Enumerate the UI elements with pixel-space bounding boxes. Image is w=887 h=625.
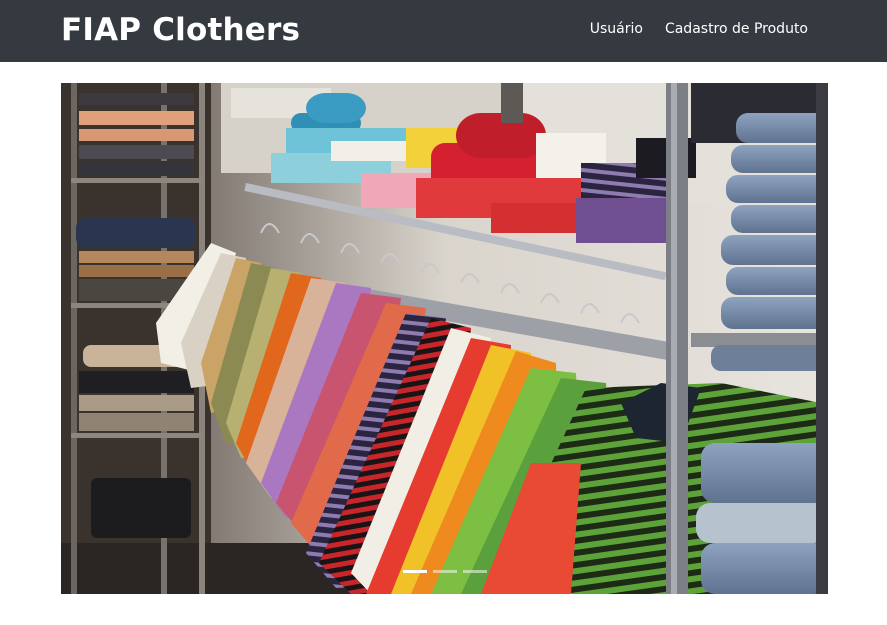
- top-navbar: FIAP Clothers Usuário Cadastro de Produt…: [0, 0, 887, 62]
- brand-logo-link[interactable]: FIAP Clothers: [61, 12, 300, 48]
- nav-links: Usuário Cadastro de Produto: [590, 21, 808, 37]
- nav-link-cadastro-produto[interactable]: Cadastro de Produto: [665, 21, 808, 37]
- carousel-indicator-1[interactable]: [402, 570, 427, 573]
- image-carousel[interactable]: [61, 83, 828, 594]
- carousel-indicator-2[interactable]: [432, 570, 457, 573]
- carousel-indicators: [61, 570, 828, 573]
- nav-link-usuario[interactable]: Usuário: [590, 21, 643, 37]
- carousel-indicator-3[interactable]: [462, 570, 487, 573]
- clothing-store-photo: [61, 83, 828, 594]
